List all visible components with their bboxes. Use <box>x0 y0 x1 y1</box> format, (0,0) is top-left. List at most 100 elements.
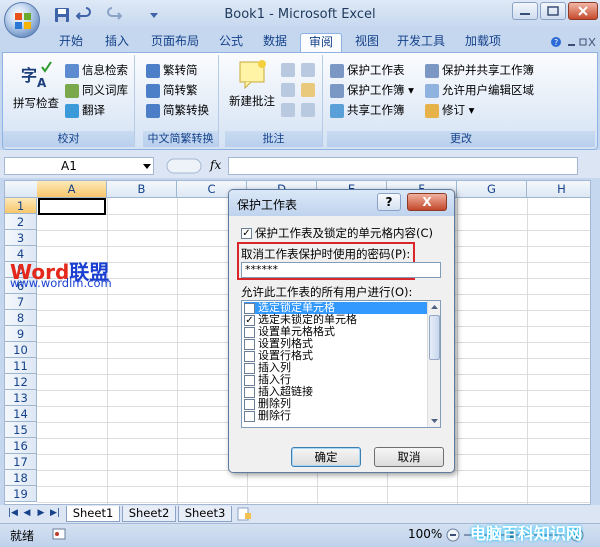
show-comment-icon[interactable] <box>301 83 315 97</box>
column-header-b[interactable]: B <box>107 181 177 198</box>
tab-addins[interactable]: 加载项 <box>458 33 508 52</box>
ok-button[interactable]: 确定 <box>291 447 361 467</box>
column-header-h[interactable]: H <box>527 181 590 198</box>
show-all-comments-icon[interactable] <box>281 103 295 117</box>
row-header[interactable]: 12 <box>5 374 37 390</box>
checkbox-unchecked-icon[interactable] <box>244 374 255 386</box>
translate-label: 翻译 <box>82 103 105 117</box>
tab-developer[interactable]: 开发工具 <box>392 33 450 52</box>
cancel-button[interactable]: 取消 <box>374 447 444 467</box>
column-header-a[interactable]: A <box>37 181 107 198</box>
checkbox-unchecked-icon[interactable] <box>244 338 255 350</box>
scroll-down-icon[interactable] <box>430 417 439 425</box>
next-sheet-button[interactable]: ▶ <box>36 507 46 519</box>
row-header[interactable]: 1 <box>5 198 37 214</box>
row-header[interactable]: 3 <box>5 230 37 246</box>
allow-edit-ranges-button[interactable]: 允许用户编辑区域 <box>425 81 534 99</box>
show-ink-icon[interactable] <box>301 103 315 117</box>
insert-function-button[interactable]: fx <box>210 158 221 172</box>
tab-insert[interactable]: 插入 <box>98 33 136 52</box>
macro-record-icon[interactable] <box>52 527 66 541</box>
help-icon[interactable]: ? <box>550 36 596 48</box>
scrollbar-thumb[interactable] <box>429 315 440 360</box>
share-workbook-button[interactable]: 共享工作簿 <box>330 101 405 119</box>
row-header[interactable]: 9 <box>5 326 37 342</box>
row-header[interactable]: 15 <box>5 422 37 438</box>
zoom-level[interactable]: 100% <box>408 527 442 541</box>
name-box-dropdown-icon[interactable] <box>142 161 152 171</box>
checkbox-checked-icon[interactable]: ✓ <box>244 302 255 314</box>
tab-home[interactable]: 开始 <box>52 33 90 52</box>
password-input[interactable]: ****** <box>241 262 441 278</box>
gridline <box>177 198 178 504</box>
allow-edit-ranges-icon <box>425 83 439 98</box>
row-header[interactable]: 18 <box>5 470 37 486</box>
row-header[interactable]: 11 <box>5 358 37 374</box>
delete-comment-icon[interactable] <box>281 63 295 77</box>
checkbox-unchecked-icon[interactable] <box>244 362 255 374</box>
active-cell-a1[interactable] <box>38 198 106 215</box>
tab-page-layout[interactable]: 页面布局 <box>144 33 206 52</box>
row-header[interactable]: 16 <box>5 438 37 454</box>
track-changes-button[interactable]: 修订 ▾ <box>425 101 474 119</box>
translate-button[interactable]: 翻译 <box>65 101 105 119</box>
row-header[interactable]: 2 <box>5 214 37 230</box>
row-header[interactable]: 17 <box>5 454 37 470</box>
protect-share-icon <box>425 63 439 78</box>
protect-share-button[interactable]: 保护并共享工作簿 <box>425 61 534 79</box>
office-button[interactable] <box>4 2 40 38</box>
close-window-button[interactable] <box>568 2 598 20</box>
spell-check-button[interactable]: 字A 拼写检查 <box>9 59 63 112</box>
permissions-list[interactable]: ✓ 选定锁定单元格 ✓ 选定未锁定的单元格 设置单元格格式 设置列格式 设置行格式 … <box>241 300 441 428</box>
scroll-up-icon[interactable] <box>430 303 439 311</box>
insert-sheet-icon[interactable] <box>236 507 252 521</box>
tab-data[interactable]: 数据 <box>256 33 294 52</box>
formula-input[interactable] <box>228 157 578 175</box>
checkbox-unchecked-icon[interactable] <box>244 386 255 398</box>
tab-review[interactable]: 审阅 <box>300 33 342 52</box>
checkbox-checked-icon[interactable]: ✓ <box>244 314 255 326</box>
thesaurus-button[interactable]: 同义词库 <box>65 81 128 99</box>
dialog-close-button[interactable]: X <box>407 193 447 211</box>
checkbox-unchecked-icon[interactable] <box>244 350 255 362</box>
prev-sheet-button[interactable]: ◀ <box>22 507 32 519</box>
first-sheet-button[interactable]: |◀ <box>8 507 18 519</box>
row-header[interactable]: 14 <box>5 406 37 422</box>
to-simplified-button[interactable]: 繁转简 <box>146 61 198 79</box>
dialog-help-button[interactable]: ? <box>377 193 401 211</box>
protect-sheet-button[interactable]: 保护工作表 <box>330 61 405 79</box>
to-traditional-button[interactable]: 简转繁 <box>146 81 198 99</box>
sheet-tab-1[interactable]: Sheet1 <box>66 506 120 522</box>
research-button[interactable]: 信息检索 <box>65 61 128 79</box>
checkbox-unchecked-icon[interactable] <box>244 398 255 410</box>
permissions-scrollbar[interactable] <box>427 301 440 427</box>
tab-view[interactable]: 视图 <box>348 33 386 52</box>
minimize-button[interactable] <box>512 2 538 20</box>
row-header[interactable]: 7 <box>5 294 37 310</box>
checkbox-unchecked-icon[interactable] <box>244 326 255 338</box>
row-header[interactable]: 19 <box>5 486 37 502</box>
checkbox-unchecked-icon[interactable] <box>244 410 255 422</box>
protect-workbook-button[interactable]: 保护工作簿 ▾ <box>330 81 414 99</box>
next-comment-icon[interactable] <box>281 83 295 97</box>
name-box[interactable]: A1 <box>4 157 154 175</box>
last-sheet-button[interactable]: ▶| <box>50 507 60 519</box>
svg-text:字: 字 <box>21 66 37 85</box>
protect-contents-checkbox[interactable]: ✓ 保护工作表及锁定的单元格内容(C) <box>241 225 433 241</box>
sheet-tab-3[interactable]: Sheet3 <box>178 506 232 522</box>
tab-formulas[interactable]: 公式 <box>212 33 250 52</box>
prev-comment-icon[interactable] <box>301 63 315 77</box>
row-header[interactable]: 10 <box>5 342 37 358</box>
row-header[interactable]: 8 <box>5 310 37 326</box>
row-header[interactable]: 13 <box>5 390 37 406</box>
checkbox-checked-icon: ✓ <box>241 228 252 239</box>
restore-button[interactable] <box>540 2 566 20</box>
new-comment-button[interactable]: 新建批注 <box>227 59 277 110</box>
convert-button[interactable]: 简繁转换 <box>146 101 209 119</box>
sheet-tab-2[interactable]: Sheet2 <box>122 506 176 522</box>
permission-item[interactable]: 删除行 <box>244 410 428 422</box>
select-all-corner[interactable] <box>5 181 38 198</box>
column-header-g[interactable]: G <box>457 181 527 198</box>
protect-sheet-icon <box>330 63 344 78</box>
permission-label: 删除行 <box>258 409 291 422</box>
